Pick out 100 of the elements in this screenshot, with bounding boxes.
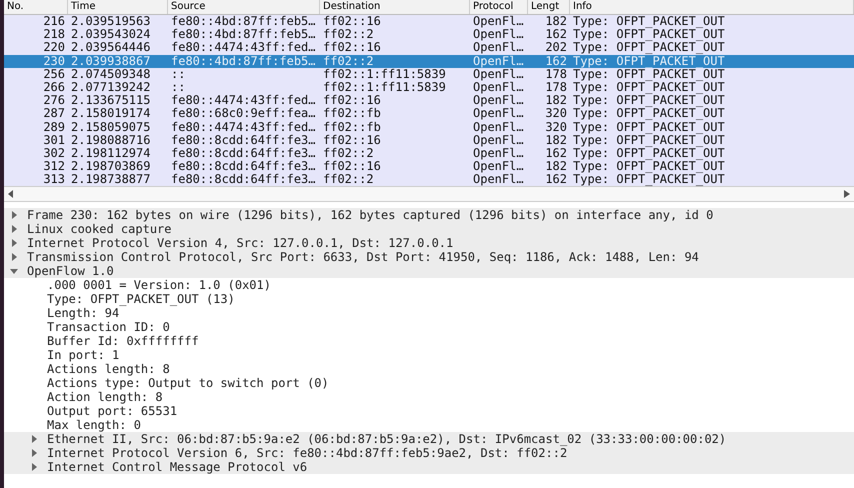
table-cell-text: ff02::fb [322, 107, 382, 120]
packet-row[interactable]: 289 2.158059075 fe80::4474:43ff:fed… ff02::fb OpenFl… 320 Type: OFPT_PACKET_OUT [4, 120, 854, 134]
packet-row[interactable]: 312 2.198703869 fe80::8cdd:64ff:fe3… ff02::16 OpenFl… 182 Type: OFPT_PACKET_OUT [4, 160, 854, 174]
column-header[interactable]: Source [168, 0, 320, 14]
packet-row[interactable]: 302 2.198112974 fe80::8cdd:64ff:fe3… ff02::2 OpenFl… 162 Type: OFPT_PACKET_OUT [4, 146, 854, 160]
column-header[interactable]: Destination [320, 0, 470, 14]
packet-row[interactable]: 256 2.074509348 :: ff02::1:ff11:5839 OpenFl… 178 Type: OFPT_PACKET_OUT [4, 68, 854, 81]
packet-row[interactable]: 216 2.039519563 fe80::4bd:87ff:feb5… ff02::16 OpenFl… 182 Type: OFPT_PACKET_OUT [4, 15, 854, 28]
table-cell-text: 320 [544, 120, 568, 134]
table-cell-text: 216 [42, 15, 66, 28]
detail-field[interactable]: Buffer Id: 0xffffffff [47, 334, 199, 348]
expand-arrow-icon[interactable] [30, 435, 38, 444]
detail-field[interactable]: Type: OFPT_PACKET_OUT (13) [47, 292, 235, 306]
table-cell-text: OpenFl… [472, 107, 525, 120]
table-cell-text: fe80::8cdd:64ff:fe3… [170, 134, 316, 147]
table-cell-text: OpenFl… [472, 94, 525, 108]
table-cell-text: 2.039543024 [70, 28, 152, 42]
detail-field[interactable]: .000 0001 = Version: 1.0 (0x01) [47, 278, 271, 292]
table-cell-text: fe80::4474:43ff:fed… [170, 94, 316, 108]
table-cell-text: ff02::2 [322, 146, 375, 160]
table-cell-text: 266 [42, 80, 66, 94]
table-cell-text: 2.198112974 [70, 146, 152, 160]
scroll-left-icon[interactable] [8, 190, 14, 198]
detail-field[interactable]: Length: 94 [47, 306, 120, 320]
column-header[interactable]: Time [68, 0, 168, 14]
table-cell-text: fe80::4bd:87ff:feb5… [170, 54, 316, 68]
horizontal-scrollbar[interactable] [4, 186, 854, 202]
detail-field[interactable]: Transaction ID: 0 [47, 320, 170, 334]
packet-row[interactable]: 287 2.158019174 fe80::68c0:9eff:fea… ff02::fb OpenFl… 320 Type: OFPT_PACKET_OUT [4, 107, 854, 120]
table-cell-text: 220 [42, 41, 66, 55]
table-cell-text: 2.039519563 [70, 15, 152, 28]
detail-field[interactable]: Action length: 8 [47, 390, 163, 404]
detail-field[interactable]: Actions length: 8 [47, 362, 170, 376]
table-cell-text: 182 [544, 94, 568, 108]
expand-arrow-icon[interactable] [10, 225, 18, 234]
table-cell-text: 2.158059075 [70, 120, 152, 134]
table-cell-text: OpenFl… [472, 160, 525, 174]
packet-row[interactable]: 220 2.039564446 fe80::4474:43ff:fed… ff02::16 OpenFl… 202 Type: OFPT_PACKET_OUT [4, 41, 854, 55]
table-cell-text: fe80::4474:43ff:fed… [170, 41, 316, 55]
table-cell-text: 178 [544, 80, 568, 94]
expand-arrow-icon[interactable] [10, 239, 18, 248]
table-cell-text: 2.074509348 [70, 68, 152, 81]
table-cell-text: fe80::68c0:9eff:fea… [170, 107, 316, 120]
detail-field[interactable]: Linux cooked capture [27, 222, 172, 236]
table-cell-text: fe80::4bd:87ff:feb5… [170, 28, 316, 42]
table-cell-text: Type: OFPT_PACKET_OUT [572, 41, 726, 55]
table-cell-text: 202 [544, 41, 568, 55]
table-cell-text: Type: OFPT_PACKET_OUT [572, 28, 726, 42]
table-cell-text: OpenFl… [472, 54, 525, 68]
table-cell-text: 178 [544, 68, 568, 81]
table-cell-text: fe80::4474:43ff:fed… [170, 120, 316, 134]
table-cell-text: 182 [544, 134, 568, 147]
table-cell-text: 162 [544, 28, 568, 42]
table-cell-text: ff02::16 [322, 160, 382, 174]
detail-field[interactable]: Output port: 65531 [47, 404, 178, 418]
packet-row[interactable]: 301 2.198088716 fe80::8cdd:64ff:fe3… ff02::16 OpenFl… 182 Type: OFPT_PACKET_OUT [4, 134, 854, 147]
packet-row[interactable]: 266 2.077139242 :: ff02::1:ff11:5839 OpenFl… 178 Type: OFPT_PACKET_OUT [4, 80, 854, 94]
table-cell-text: 2.039564446 [70, 41, 152, 55]
packet-row[interactable]: 218 2.039543024 fe80::4bd:87ff:feb5… ff02::2 OpenFl… 162 Type: OFPT_PACKET_OUT [4, 28, 854, 42]
table-cell-text: Type: OFPT_PACKET_OUT [572, 160, 726, 174]
detail-field[interactable]: OpenFlow 1.0 [27, 264, 114, 278]
column-header[interactable]: Protocol [470, 0, 528, 14]
table-cell-text: 162 [544, 54, 568, 68]
table-cell-text: OpenFl… [472, 28, 525, 42]
column-header[interactable]: Info [570, 0, 854, 14]
table-cell-text: 287 [42, 107, 66, 120]
table-cell-text: :: [170, 80, 186, 94]
packet-row[interactable]: 276 2.133675115 fe80::4474:43ff:fed… ff02::16 OpenFl… 182 Type: OFPT_PACKET_OUT [4, 94, 854, 108]
table-cell-text: Type: OFPT_PACKET_OUT [572, 15, 726, 28]
table-cell-text: 162 [544, 146, 568, 160]
expand-arrow-icon[interactable] [30, 449, 38, 458]
table-cell-text: OpenFl… [472, 120, 525, 134]
table-cell-text: 313 [42, 173, 66, 186]
table-cell-text: fe80::8cdd:64ff:fe3… [170, 173, 316, 186]
table-cell-text: 2.077139242 [70, 80, 152, 94]
table-cell-text: fe80::8cdd:64ff:fe3… [170, 146, 316, 160]
scroll-right-icon[interactable] [844, 190, 850, 198]
collapse-arrow-icon[interactable] [10, 267, 18, 276]
expand-arrow-icon[interactable] [30, 463, 38, 472]
table-cell-text: ff02::fb [322, 120, 382, 134]
expand-arrow-icon[interactable] [10, 211, 18, 220]
table-cell-text: ff02::2 [322, 28, 375, 42]
table-cell-text: 301 [42, 134, 66, 147]
table-cell-text: 320 [544, 107, 568, 120]
detail-field[interactable]: Actions type: Output to switch port (0) [47, 376, 329, 390]
table-cell-text: 218 [42, 28, 66, 42]
column-header[interactable]: No. [4, 0, 68, 14]
table-cell-text: :: [170, 68, 186, 81]
table-cell-text: 182 [544, 15, 568, 28]
table-cell-text: 256 [42, 68, 66, 81]
detail-field[interactable]: In port: 1 [47, 348, 120, 362]
packet-row[interactable]: 313 2.198738877 fe80::8cdd:64ff:fe3… ff02::2 OpenFl… 162 Type: OFPT_PACKET_OUT [4, 173, 854, 186]
table-cell-text: 2.198738877 [70, 173, 152, 186]
table-cell-text: ff02::16 [322, 41, 382, 55]
table-cell-text: fe80::8cdd:64ff:fe3… [170, 160, 316, 174]
column-header[interactable]: Lengt [528, 0, 570, 14]
expand-arrow-icon[interactable] [10, 253, 18, 262]
table-cell-text: 2.198088716 [70, 134, 152, 147]
table-cell-text: 162 [544, 173, 568, 186]
detail-field[interactable]: Max length: 0 [47, 418, 141, 432]
